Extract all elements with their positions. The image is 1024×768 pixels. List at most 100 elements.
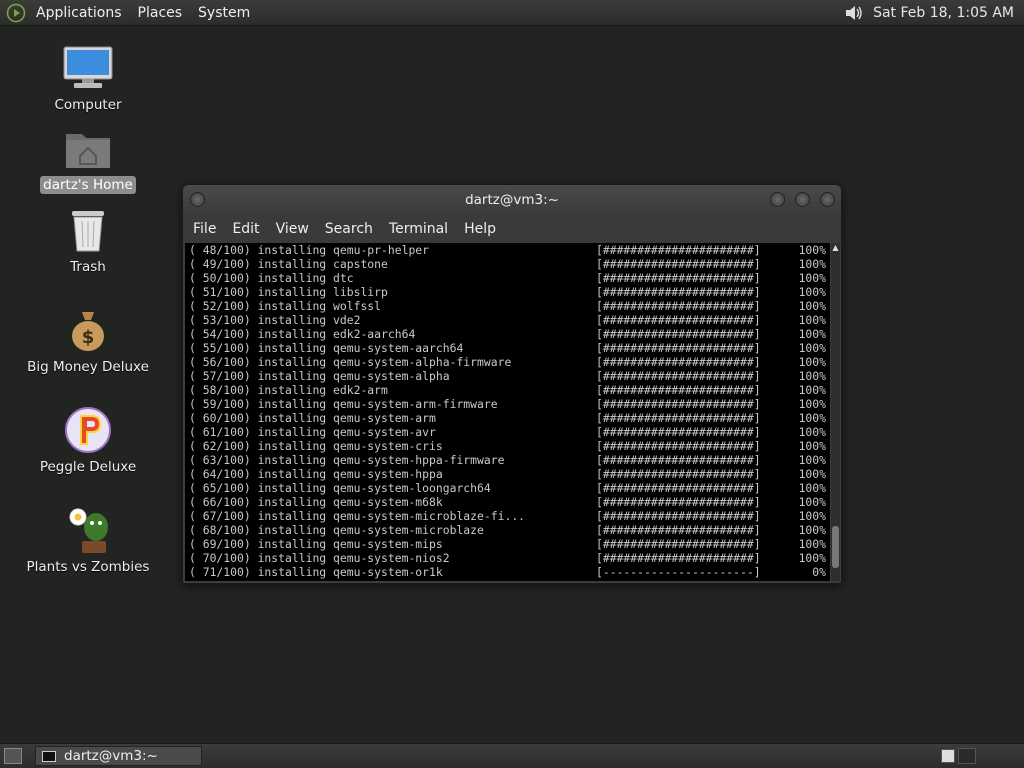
terminal-line-text: ( 53/100) installing vde2 bbox=[189, 313, 361, 327]
taskbar-label: dartz@vm3:~ bbox=[64, 748, 158, 764]
home-folder-icon bbox=[66, 134, 110, 168]
progress-percent: 100% bbox=[798, 369, 826, 383]
progress-percent: 100% bbox=[798, 551, 826, 565]
terminal-scrollbar[interactable]: ▲ bbox=[831, 243, 840, 581]
terminal-line-text: ( 49/100) installing capstone bbox=[189, 257, 388, 271]
maximize-button[interactable] bbox=[795, 192, 810, 207]
terminal-line: ( 61/100) installing qemu-system-avr [###… bbox=[185, 425, 830, 439]
progress-percent: 100% bbox=[798, 495, 826, 509]
terminal-window[interactable]: dartz@vm3:~ File Edit View Search Termin… bbox=[182, 184, 842, 584]
desktop-icon-label: Trash bbox=[70, 259, 106, 275]
window-title: dartz@vm3:~ bbox=[465, 192, 559, 208]
menu-search[interactable]: Search bbox=[317, 221, 381, 237]
progress-bar-text: [######################] bbox=[596, 369, 761, 383]
window-menu-button[interactable] bbox=[190, 192, 205, 207]
desktop-icon-trash[interactable]: Trash bbox=[18, 206, 158, 276]
terminal-line: ( 51/100) installing libslirp [##########… bbox=[185, 285, 830, 299]
menu-terminal[interactable]: Terminal bbox=[381, 221, 456, 237]
taskbar-terminal-button[interactable]: dartz@vm3:~ bbox=[35, 746, 202, 766]
window-titlebar[interactable]: dartz@vm3:~ bbox=[183, 185, 841, 215]
progress-bar-text: [######################] bbox=[596, 355, 761, 369]
terminal-line: ( 57/100) installing qemu-system-alpha [#… bbox=[185, 369, 830, 383]
terminal-line: ( 59/100) installing qemu-system-arm-fir… bbox=[185, 397, 830, 411]
progress-percent: 100% bbox=[798, 285, 826, 299]
workspace-2[interactable] bbox=[958, 748, 976, 764]
desktop-icon-label: Peggle Deluxe bbox=[39, 459, 137, 475]
progress-percent: 100% bbox=[798, 355, 826, 369]
desktop-icon-computer[interactable]: Computer bbox=[18, 44, 158, 114]
terminal-line-text: ( 69/100) installing qemu-system-mips bbox=[189, 537, 443, 551]
progress-bar-text: [######################] bbox=[596, 537, 761, 551]
terminal-line: ( 55/100) installing qemu-system-aarch64… bbox=[185, 341, 830, 355]
terminal-line-text: ( 71/100) installing qemu-system-or1k bbox=[189, 565, 443, 579]
menu-help[interactable]: Help bbox=[456, 221, 504, 237]
workspace-1[interactable] bbox=[941, 749, 955, 763]
bottom-panel: dartz@vm3:~ bbox=[0, 743, 1024, 768]
computer-icon bbox=[63, 46, 113, 88]
terminal-line-text: ( 63/100) installing qemu-system-hppa-fi… bbox=[189, 453, 505, 467]
terminal-line-text: ( 56/100) installing qemu-system-alpha-f… bbox=[189, 355, 512, 369]
places-menu[interactable]: Places bbox=[130, 5, 191, 21]
svg-text:$: $ bbox=[82, 327, 95, 348]
terminal-line: ( 58/100) installing edk2-arm [##########… bbox=[185, 383, 830, 397]
progress-bar-text: [######################] bbox=[596, 495, 761, 509]
terminal-line: ( 63/100) installing qemu-system-hppa-fi… bbox=[185, 453, 830, 467]
terminal-line-text: ( 66/100) installing qemu-system-m68k bbox=[189, 495, 443, 509]
plants-vs-zombies-icon bbox=[69, 508, 108, 553]
progress-bar-text: [######################] bbox=[596, 341, 761, 355]
progress-bar-text: [######################] bbox=[596, 467, 761, 481]
terminal-output[interactable]: ( 48/100) installing qemu-pr-helper [####… bbox=[185, 243, 830, 581]
progress-percent: 100% bbox=[798, 341, 826, 355]
terminal-line: ( 50/100) installing dtc [###############… bbox=[185, 271, 830, 285]
desktop-icon-label: Big Money Deluxe bbox=[27, 359, 149, 375]
close-button[interactable] bbox=[820, 192, 835, 207]
terminal-line: ( 48/100) installing qemu-pr-helper [####… bbox=[185, 243, 830, 257]
desktop-icon-label: dartz's Home bbox=[40, 176, 136, 194]
progress-percent: 100% bbox=[798, 257, 826, 271]
progress-percent: 100% bbox=[798, 439, 826, 453]
terminal-line: ( 54/100) installing edk2-aarch64 [######… bbox=[185, 327, 830, 341]
progress-percent: 100% bbox=[798, 453, 826, 467]
progress-percent: 100% bbox=[798, 271, 826, 285]
desktop-icon-peggle[interactable]: Peggle Deluxe bbox=[18, 406, 158, 476]
terminal-line-text: ( 52/100) installing wolfssl bbox=[189, 299, 382, 313]
progress-percent: 100% bbox=[798, 481, 826, 495]
scrollbar-thumb[interactable] bbox=[832, 526, 839, 568]
progress-percent: 100% bbox=[798, 411, 826, 425]
terminal-line-text: ( 67/100) installing qemu-system-microbl… bbox=[189, 509, 526, 523]
progress-bar-text: [######################] bbox=[596, 397, 761, 411]
progress-percent: 100% bbox=[798, 509, 826, 523]
desktop-icon-home[interactable]: dartz's Home bbox=[18, 124, 158, 194]
scroll-up-arrow-icon[interactable]: ▲ bbox=[831, 243, 840, 252]
progress-percent: 100% bbox=[798, 243, 826, 257]
volume-icon[interactable] bbox=[843, 3, 865, 23]
terminal-line: ( 71/100) installing qemu-system-or1k [--… bbox=[185, 565, 830, 579]
terminal-line: ( 56/100) installing qemu-system-alpha-f… bbox=[185, 355, 830, 369]
progress-bar-text: [######################] bbox=[596, 383, 761, 397]
progress-bar-text: [######################] bbox=[596, 299, 761, 313]
system-menu[interactable]: System bbox=[190, 5, 258, 21]
terminal-line-text: ( 55/100) installing qemu-system-aarch64 bbox=[189, 341, 464, 355]
terminal-line-text: ( 59/100) installing qemu-system-arm-fir… bbox=[189, 397, 498, 411]
minimize-button[interactable] bbox=[770, 192, 785, 207]
distro-logo-icon[interactable] bbox=[6, 3, 26, 23]
terminal-line: ( 60/100) installing qemu-system-arm [###… bbox=[185, 411, 830, 425]
terminal-line-text: ( 58/100) installing edk2-arm bbox=[189, 383, 388, 397]
desktop-icon-label: Plants vs Zombies bbox=[26, 559, 150, 575]
terminal-line-text: ( 64/100) installing qemu-system-hppa bbox=[189, 467, 443, 481]
terminal-line: ( 53/100) installing vde2 [##############… bbox=[185, 313, 830, 327]
applications-menu[interactable]: Applications bbox=[28, 5, 130, 21]
desktop-icon-plants-vs-zombies[interactable]: Plants vs Zombies bbox=[18, 506, 158, 576]
progress-percent: 100% bbox=[798, 383, 826, 397]
clock[interactable]: Sat Feb 18, 1:05 AM bbox=[865, 5, 1020, 21]
desktop-icon-big-money[interactable]: $ Big Money Deluxe bbox=[18, 306, 158, 376]
progress-bar-text: [######################] bbox=[596, 425, 761, 439]
menu-file[interactable]: File bbox=[185, 221, 224, 237]
menu-view[interactable]: View bbox=[268, 221, 317, 237]
progress-bar-text: [######################] bbox=[596, 243, 761, 257]
show-desktop-icon[interactable] bbox=[4, 748, 22, 764]
progress-bar-text: [----------------------] bbox=[596, 565, 761, 579]
menu-edit[interactable]: Edit bbox=[224, 221, 267, 237]
terminal-line: ( 64/100) installing qemu-system-hppa [##… bbox=[185, 467, 830, 481]
progress-percent: 100% bbox=[798, 425, 826, 439]
